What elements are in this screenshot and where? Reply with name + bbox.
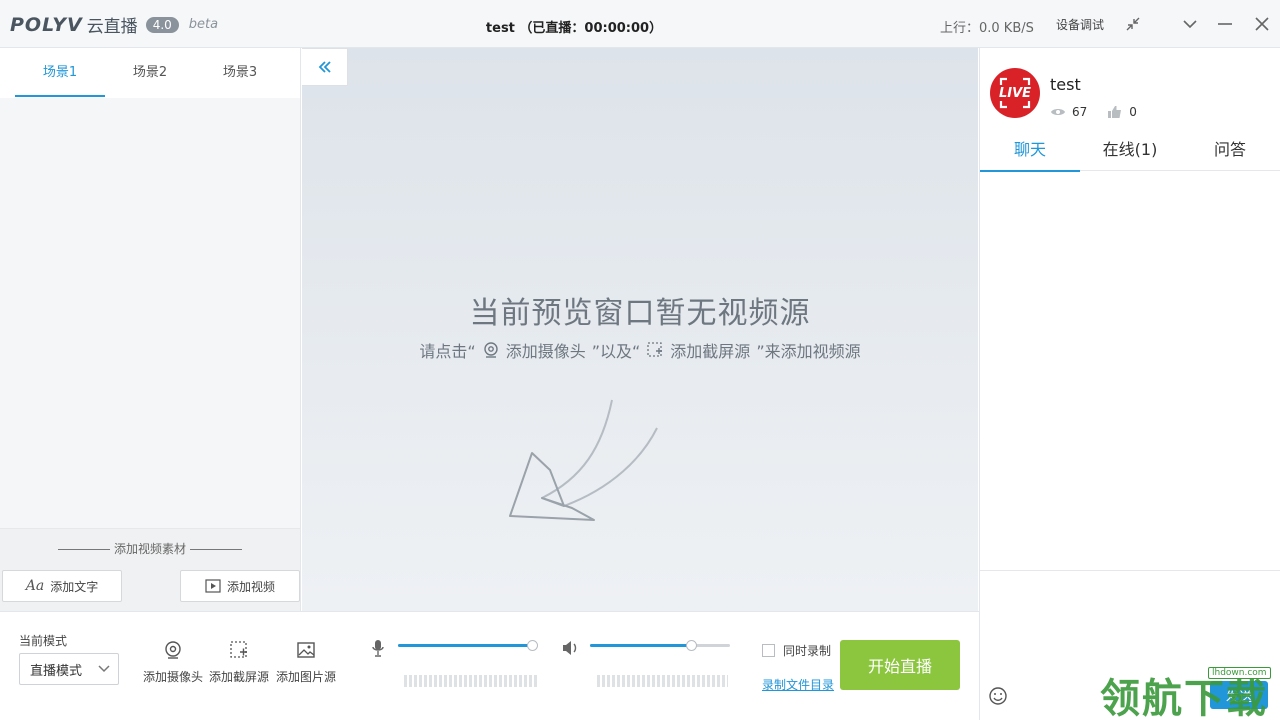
scene-tabs: 场景1 场景2 场景3 bbox=[0, 48, 300, 98]
mode-select[interactable]: 直播模式 bbox=[19, 653, 119, 685]
hint-camera: 添加摄像头 bbox=[505, 342, 586, 361]
eye-icon bbox=[1051, 109, 1065, 115]
hint-screen: 添加截屏源 bbox=[670, 342, 751, 361]
minimize-button[interactable] bbox=[1176, 10, 1204, 38]
video-play-icon bbox=[205, 579, 221, 593]
speaker-slider-thumb[interactable] bbox=[685, 640, 697, 651]
add-image-button[interactable]: 添加图片源 bbox=[271, 640, 341, 685]
smiley-icon bbox=[989, 687, 1007, 705]
add-image-label: 添加图片源 bbox=[275, 670, 336, 684]
hint-suffix: ”来添加视频源 bbox=[756, 342, 861, 361]
tab-online[interactable]: 在线(1) bbox=[1080, 136, 1180, 171]
arrow-pointer-icon bbox=[509, 399, 658, 521]
speaker-volume-slider[interactable] bbox=[590, 640, 730, 652]
add-screen-button[interactable]: 添加截屏源 bbox=[204, 640, 274, 685]
double-chevron-left-icon bbox=[318, 61, 331, 73]
tab-scene-1[interactable]: 场景1 bbox=[15, 48, 105, 98]
mode-label: 当前模式 bbox=[19, 634, 68, 648]
add-camera-button[interactable]: 添加摄像头 bbox=[138, 640, 208, 685]
minimize-line-button[interactable] bbox=[1211, 10, 1239, 38]
checkbox-box[interactable] bbox=[762, 644, 775, 657]
microphone-icon bbox=[372, 640, 384, 657]
likes-count: 0 bbox=[1129, 105, 1137, 119]
image-icon bbox=[297, 642, 315, 658]
speaker-level-meter bbox=[597, 675, 728, 687]
upload-speed: 上行：0.0 KB/S bbox=[940, 21, 1034, 36]
sync-record-label: 同时录制 bbox=[783, 644, 832, 658]
screen-capture-icon bbox=[647, 342, 663, 357]
add-text-button[interactable]: Aa 添加文字 bbox=[2, 570, 122, 602]
add-video-label: 添加视频 bbox=[226, 579, 275, 594]
mode-value: 直播模式 bbox=[30, 663, 83, 679]
close-button[interactable] bbox=[1248, 10, 1276, 38]
speaker-icon bbox=[563, 641, 577, 655]
scene-panel: 场景1 场景2 场景3 添加视频素材 Aa 添加文字 添加视频 bbox=[0, 48, 301, 611]
speaker-slider-fill bbox=[590, 644, 691, 647]
chevron-down-icon bbox=[98, 665, 110, 673]
thumbs-up-icon bbox=[1108, 106, 1122, 118]
empty-preview-title: 当前预览窗口暂无视频源 bbox=[469, 296, 811, 331]
hint-prefix: 请点击“ bbox=[419, 342, 476, 361]
mic-slider-fill bbox=[398, 644, 533, 647]
views-count: 67 bbox=[1072, 105, 1088, 119]
chat-tabs: 聊天 在线(1) 问答 bbox=[980, 136, 1280, 172]
control-bar: 当前模式 直播模式 添加摄像头 添加截屏源 添加图片源 同时录制 录制文件目录 … bbox=[0, 611, 979, 720]
channel-stats: 67 0 bbox=[1050, 105, 1137, 119]
avatar-text: LIVE bbox=[998, 85, 1032, 101]
record-directory-link[interactable]: 录制文件目录 bbox=[762, 676, 834, 693]
add-camera-label: 添加摄像头 bbox=[142, 670, 203, 684]
tab-scene-3[interactable]: 场景3 bbox=[195, 48, 285, 98]
mic-level-meter bbox=[404, 675, 537, 687]
camera-icon bbox=[483, 342, 498, 358]
mic-slider-thumb[interactable] bbox=[527, 640, 539, 651]
add-material-section: 添加视频素材 Aa 添加文字 添加视频 bbox=[0, 528, 300, 611]
webcam-icon bbox=[165, 641, 181, 659]
screen-capture-icon bbox=[230, 641, 247, 658]
minus-icon bbox=[1218, 23, 1232, 25]
add-video-button[interactable]: 添加视频 bbox=[180, 570, 300, 602]
preview-hint: 请点击“ 添加摄像头 ”以及“ 添加截屏源 ”来添加视频源 bbox=[302, 338, 978, 362]
channel-name: test bbox=[1050, 75, 1081, 94]
channel-avatar: LIVE bbox=[990, 68, 1040, 118]
close-icon bbox=[1255, 17, 1269, 31]
add-text-label: 添加文字 bbox=[50, 579, 99, 594]
preview-window: 当前预览窗口暂无视频源 请点击“ 添加摄像头 ”以及“ 添加截屏源 ”来添加视频… bbox=[302, 48, 978, 611]
chat-input-area[interactable]: 发送 领航下载 lhdown.com bbox=[980, 570, 1280, 720]
chat-panel: LIVE test 67 0 聊天 在线(1) 问答 发送 领航下载 lhdow… bbox=[979, 48, 1280, 720]
tab-chat[interactable]: 聊天 bbox=[980, 136, 1080, 172]
hint-middle: ”以及“ bbox=[591, 342, 641, 361]
emoji-button[interactable] bbox=[988, 686, 1008, 710]
chevron-down-icon bbox=[1183, 20, 1197, 29]
collapse-panel-button[interactable] bbox=[302, 48, 348, 86]
device-test-button[interactable]: 设备调试 bbox=[1056, 16, 1104, 33]
tab-scene-2[interactable]: 场景2 bbox=[105, 48, 195, 98]
compact-mode-button[interactable] bbox=[1119, 10, 1147, 38]
mic-volume-slider[interactable] bbox=[398, 640, 539, 652]
add-material-title: 添加视频素材 bbox=[0, 540, 300, 557]
compress-icon bbox=[1126, 17, 1140, 31]
text-icon: Aa bbox=[25, 578, 45, 594]
start-live-button[interactable]: 开始直播 bbox=[840, 640, 960, 690]
title-bar: POLYV 云直播 4.0 beta test （已直播：00:00:00） 上… bbox=[0, 0, 1280, 48]
add-screen-label: 添加截屏源 bbox=[208, 670, 269, 684]
watermark-url: lhdown.com bbox=[1208, 667, 1271, 679]
sync-record-checkbox[interactable]: 同时录制 bbox=[762, 642, 831, 659]
tab-qa[interactable]: 问答 bbox=[1180, 136, 1280, 171]
